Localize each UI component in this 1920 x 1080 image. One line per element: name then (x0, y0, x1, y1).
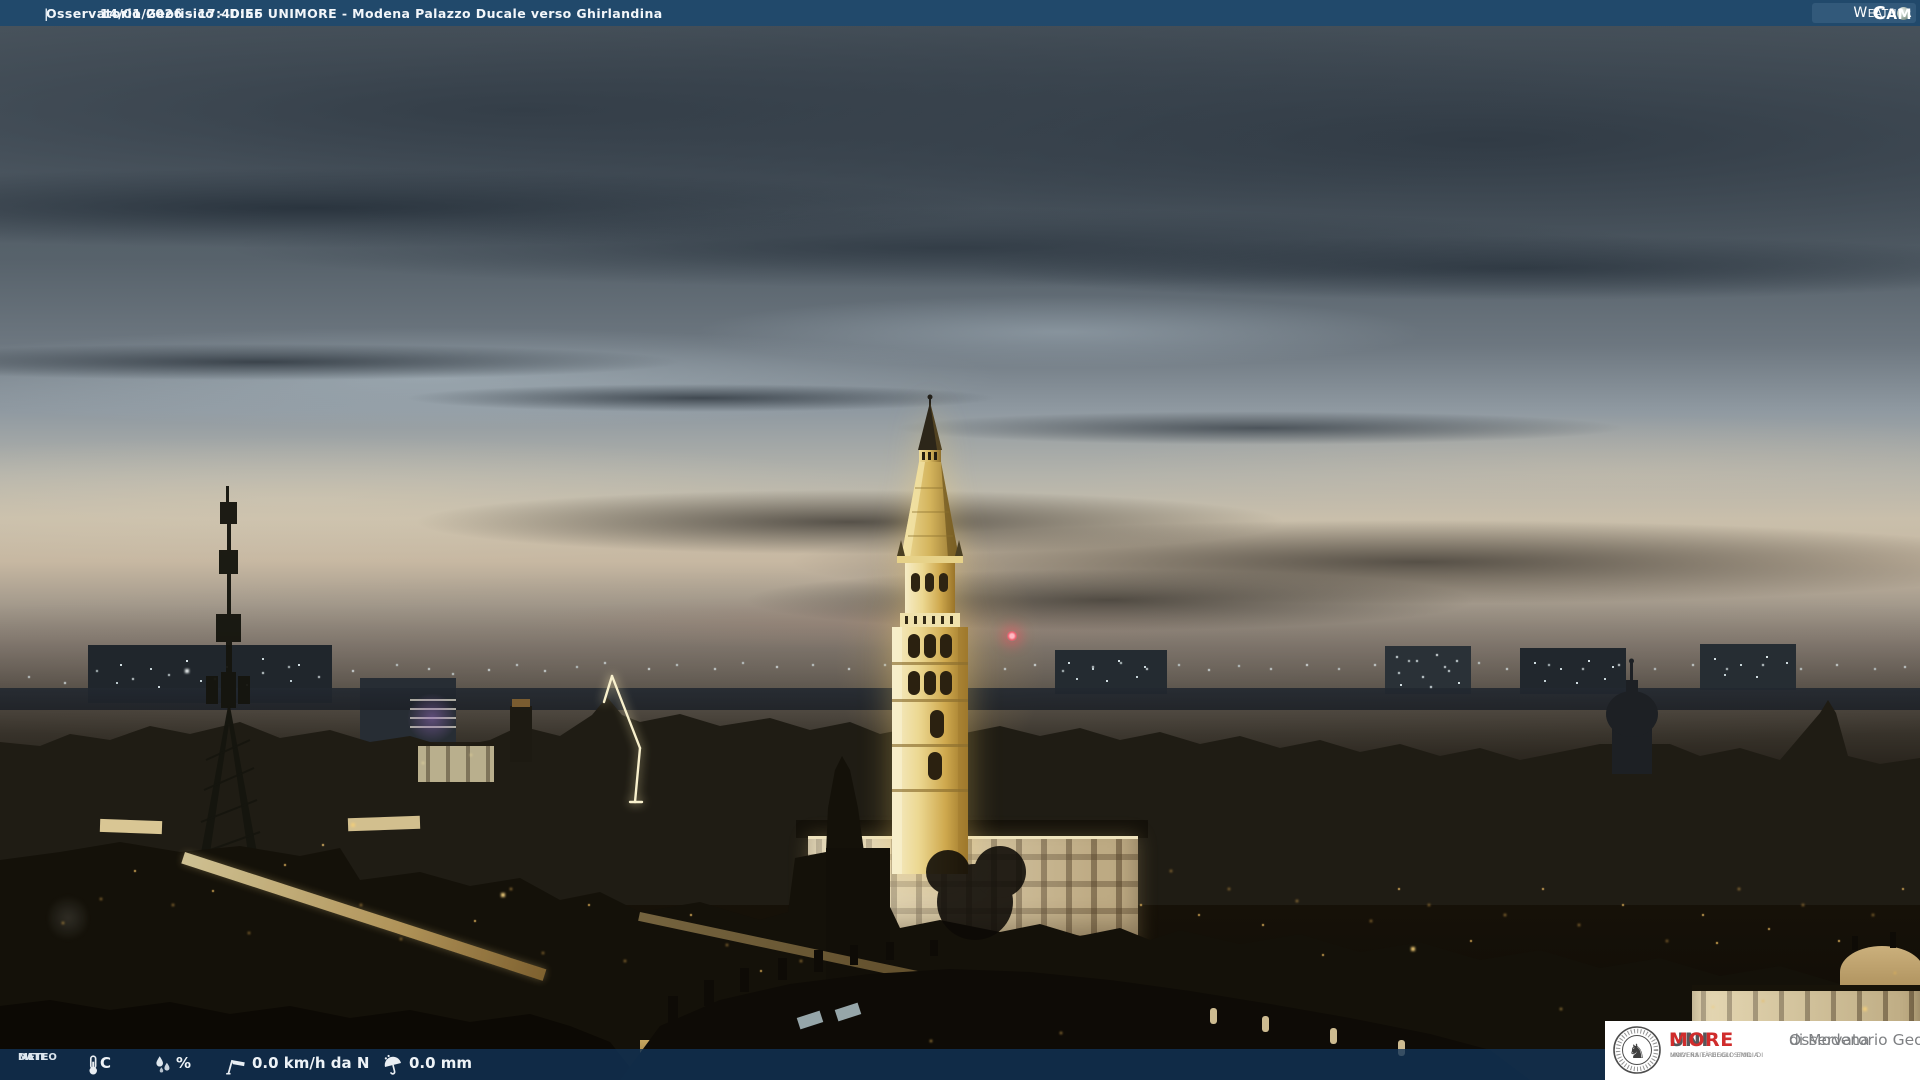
humidity-unit: % (176, 1054, 191, 1072)
weathercam-logo: Weather Cam (1812, 3, 1916, 23)
camera-title: Osservatorio Geofisico - DIEF UNIMORE - … (46, 6, 663, 21)
humidity-icon (152, 1054, 174, 1076)
humidity-value: % (176, 1054, 191, 1072)
rain-icon (382, 1054, 404, 1076)
unimore-logo-box: ♞ UNIMORE UNIVERSITÀ DEGLI STUDI DI MODE… (1605, 1021, 1920, 1080)
svg-text:♞: ♞ (1628, 1039, 1646, 1063)
wind-icon (224, 1054, 246, 1076)
top-info-bar: 14/01/2026 - 17:40:56 | Osservatorio Geo… (0, 0, 1920, 26)
webcam-frame: 14/01/2026 - 17:40:56 | Osservatorio Geo… (0, 0, 1920, 1080)
rooftop-silhouette-front (0, 0, 1920, 1080)
rain-value: 0.0 mm (409, 1054, 472, 1072)
weathercam-word-cam: Cam (1873, 3, 1913, 24)
temperature-unit: C (100, 1054, 111, 1072)
wind-value: 0.0 km/h da N (252, 1054, 369, 1072)
unimore-seal-icon: ♞ (1611, 1024, 1663, 1076)
temperature-value: C (100, 1054, 111, 1072)
